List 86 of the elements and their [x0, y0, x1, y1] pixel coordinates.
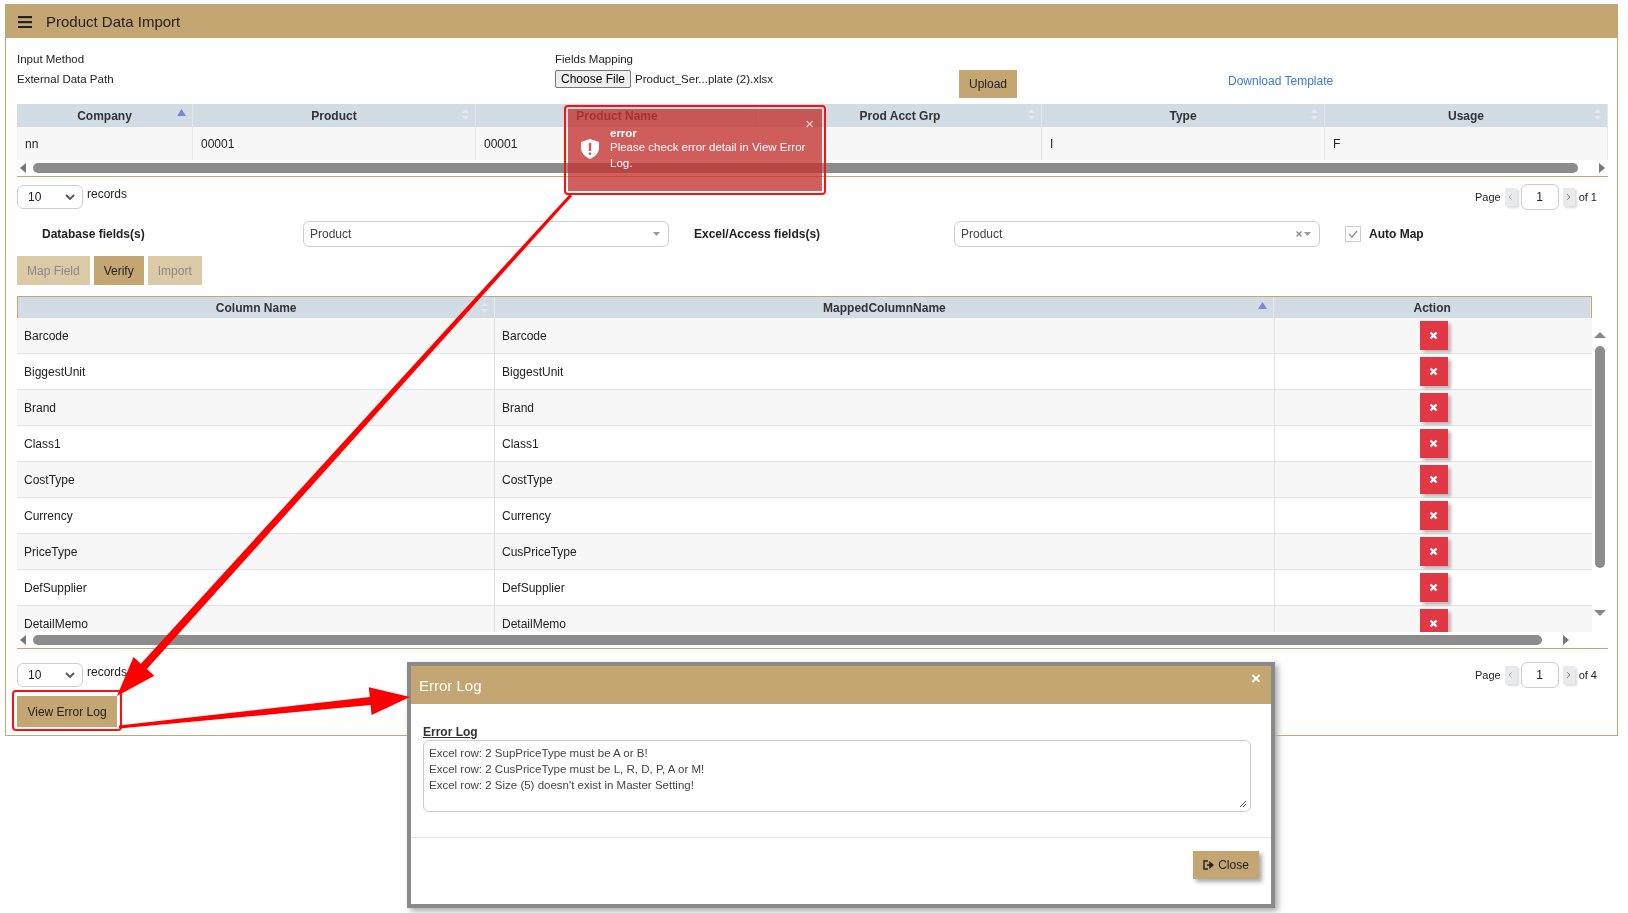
close-icon [1429, 331, 1438, 340]
upload-button[interactable]: Upload [959, 70, 1017, 98]
check-icon [1348, 230, 1358, 238]
table-cell: Brand [495, 390, 1275, 425]
table-cell: Currency [495, 498, 1275, 533]
column-header[interactable]: MappedColumnName [823, 300, 946, 315]
page-input[interactable]: 1 [1520, 662, 1559, 688]
chevron-right-icon [1566, 193, 1572, 201]
page-label: Page [1474, 191, 1501, 203]
error-log-field[interactable]: Excel row: 2 SupPriceType must be A or B! Excel row: 2 CusPriceType must be L, R, D, P, A or M! Excel row: 2 Size (5) doesn't exist in Master Setting! [423, 740, 1251, 812]
delete-button[interactable] [1419, 609, 1448, 632]
column-header[interactable]: Action [1413, 300, 1451, 315]
page-title: Product Data Import [46, 13, 181, 30]
delete-button[interactable] [1419, 393, 1448, 422]
page-size-select[interactable]: 10 [17, 663, 83, 687]
table-cell: Barcode [495, 318, 1275, 353]
close-icon [1429, 403, 1438, 412]
page-input[interactable]: 1 [1520, 184, 1559, 210]
excel-access-fields-select[interactable]: Product [954, 221, 1320, 247]
menu-button[interactable] [16, 13, 34, 30]
table-cell: F [1325, 127, 1608, 160]
close-icon [1429, 583, 1438, 592]
caret-icon [1304, 232, 1311, 236]
page-count: of 4 [1578, 669, 1597, 681]
table-cell: DefSupplier [495, 570, 1275, 605]
action-button[interactable]: Verify [93, 256, 144, 285]
table-cell: BiggestUnit [495, 354, 1275, 389]
delete-button[interactable] [1419, 429, 1448, 458]
next-page-button[interactable] [1562, 666, 1575, 684]
fields-mapping-label: Fields Mapping [555, 52, 634, 67]
caret-icon [65, 194, 75, 200]
delete-button[interactable] [1419, 465, 1448, 494]
choose-file-button[interactable]: Choose File [555, 70, 632, 88]
shield-icon [581, 139, 599, 159]
caret-icon [65, 672, 75, 678]
table-cell: 00001 [193, 127, 476, 160]
delete-button[interactable] [1419, 321, 1448, 350]
delete-button[interactable] [1419, 537, 1448, 566]
clear-icon [1296, 231, 1302, 237]
page-size-select[interactable]: 10 [17, 185, 83, 209]
close-icon [1429, 439, 1438, 448]
database-fields-label: Database fields(s) [41, 227, 146, 241]
auto-map-checkbox[interactable] [1345, 226, 1361, 242]
column-header[interactable]: Usage [1448, 108, 1484, 123]
exit-icon [1203, 860, 1215, 870]
column-header[interactable]: Product [311, 108, 357, 123]
records-label: records [87, 187, 127, 201]
download-template-link[interactable]: Download Template [1228, 74, 1617, 88]
excel-access-fields-label: Excel/Access fields(s) [693, 227, 822, 241]
close-icon [1429, 475, 1438, 484]
delete-button[interactable] [1419, 357, 1448, 386]
external-data-path-label: External Data Path [17, 72, 115, 87]
table-cell: CostType [495, 462, 1275, 497]
next-page-button[interactable] [1562, 188, 1575, 206]
column-header[interactable]: Prod Acct Grp [859, 108, 941, 123]
file-name: Product_Ser...plate (2).xlsx [635, 73, 774, 85]
close-icon [1429, 511, 1438, 520]
chevron-left-icon [1508, 671, 1514, 679]
page-count: of 1 [1578, 191, 1597, 203]
table-cell: Class1 [495, 426, 1275, 461]
dialog-title: Error Log [419, 676, 482, 694]
chevron-left-icon [1508, 193, 1514, 201]
table-cell: I [1042, 127, 1325, 160]
close-icon [1429, 547, 1438, 556]
close-icon [1429, 619, 1438, 628]
page-label: Page [1474, 669, 1501, 681]
caret-icon [653, 232, 660, 236]
table-cell: nn [17, 127, 193, 160]
column-header[interactable]: Column Name [215, 300, 297, 315]
delete-button[interactable] [1419, 501, 1448, 530]
close-icon [1429, 367, 1438, 376]
column-header[interactable]: Company [77, 108, 132, 123]
table-cell: CusPriceType [495, 534, 1275, 569]
auto-map-label: Auto Map [1369, 227, 1424, 241]
column-header[interactable]: Type [1169, 108, 1197, 123]
toast-title: error [610, 127, 638, 139]
records-label: records [87, 665, 127, 679]
input-method-label: Input Method [17, 52, 86, 67]
database-fields-select[interactable]: Product [303, 221, 669, 247]
resize-grip-icon [1239, 800, 1247, 808]
chevron-right-icon [1566, 671, 1572, 679]
error-log-label: Error Log [423, 725, 479, 739]
menu-icon [18, 15, 32, 28]
close-button[interactable]: Close [1193, 851, 1259, 879]
view-error-log-button[interactable]: View Error Log [17, 696, 117, 727]
delete-button[interactable] [1419, 573, 1448, 602]
